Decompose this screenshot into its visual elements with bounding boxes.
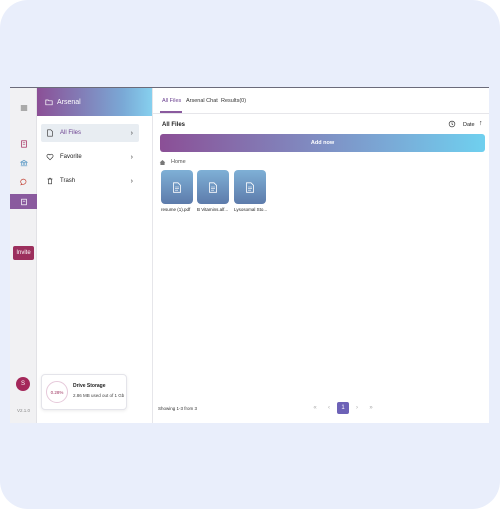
prev-page-button[interactable]: ‹ [323,402,335,414]
sidebar-item-label: Trash [60,178,76,184]
storage-subtitle: 2.86 MB used out of 1 Gb [73,393,125,398]
drive-icon[interactable] [10,194,37,209]
sidebar-title: Arsenal [57,98,81,106]
storage-title: Drive Storage [73,383,106,389]
file-name: B Vitamins.alf... [197,207,229,212]
sidebar: Arsenal All Files › Favorite › Trash › 0… [37,88,153,423]
sidebar-item-label: All Files [60,130,82,136]
sidebar-item-favorite[interactable]: Favorite › [41,148,139,166]
version-label: V2.1.0 [16,408,30,413]
last-page-button[interactable]: » [365,402,377,414]
invite-button[interactable]: Invite [13,246,34,260]
file-card[interactable]: resume (1).pdf [161,170,195,212]
main-panel: All Files Arsenal Chat Results(0) All Fi… [153,88,489,423]
file-icon [47,129,53,137]
document-icon [173,181,181,193]
icon-rail: Invite S V2.1.0 [10,88,37,423]
sidebar-item-label: Favorite [60,154,82,160]
hamburger-icon[interactable] [10,100,37,115]
storage-progress-ring: 0.28% [46,381,68,403]
pagination-summary: Showing 1-3 from 3 [158,406,198,411]
tab-results[interactable]: Results(0) [221,98,246,104]
breadcrumb-home[interactable]: Home [171,159,186,165]
file-card[interactable]: Lysosomal Sto... [234,170,268,212]
file-name: resume (1).pdf [161,207,191,212]
chevron-right-icon: › [130,129,133,137]
trash-icon [47,177,53,185]
tab-all-files[interactable]: All Files [162,98,181,104]
file-thumbnail[interactable] [161,170,193,204]
avatar[interactable]: S [16,377,30,391]
pagination: « ‹ 1 › » [309,402,379,414]
files-icon[interactable] [10,136,37,151]
sidebar-item-all-files[interactable]: All Files › [41,124,139,142]
chevron-right-icon: › [130,153,133,161]
breadcrumb: Home [159,157,186,167]
file-card[interactable]: B Vitamins.alf... [197,170,231,212]
file-thumbnail[interactable] [197,170,229,204]
page-title: All Files [162,122,186,128]
app-window: Invite S V2.1.0 Arsenal All Files › Favo… [10,87,489,423]
sidebar-header: Arsenal [37,88,152,116]
page-button-current[interactable]: 1 [337,402,349,414]
document-icon [246,181,254,193]
drive-storage-card: 0.28% Drive Storage 2.86 MB used out of … [41,374,127,410]
bank-icon[interactable] [10,155,37,170]
tab-bar: All Files Arsenal Chat Results(0) [153,88,489,114]
tab-arsenal-chat[interactable]: Arsenal Chat [186,98,218,104]
sort-direction-icon[interactable]: ↑ [479,120,483,127]
chevron-right-icon: › [130,177,133,185]
clock-icon[interactable] [448,120,456,128]
add-now-button[interactable]: Add now [160,134,485,152]
document-icon [209,181,217,193]
first-page-button[interactable]: « [309,402,321,414]
heart-icon [46,154,54,161]
file-name: Lysosomal Sto... [234,207,268,212]
next-page-button[interactable]: › [351,402,363,414]
active-tab-indicator [160,111,182,113]
sort-dropdown[interactable]: Date [463,122,475,128]
sidebar-item-trash[interactable]: Trash › [41,172,139,190]
folder-icon [45,99,53,106]
home-icon[interactable] [159,159,166,166]
file-thumbnail[interactable] [234,170,266,204]
chat-icon[interactable] [10,174,37,189]
